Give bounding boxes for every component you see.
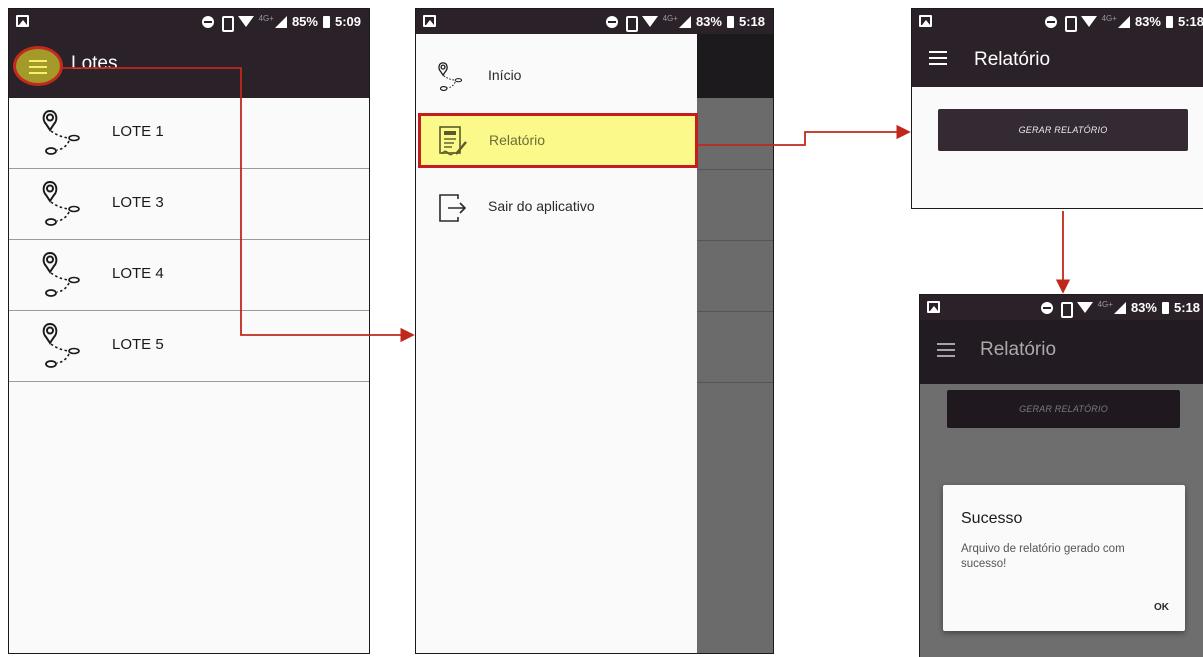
- signal-icon: [1117, 15, 1130, 28]
- battery-icon: [1161, 301, 1169, 314]
- battery-percent: 83%: [695, 14, 722, 29]
- hamburger-icon: [29, 60, 47, 74]
- gerar-relatorio-button: GERAR RELATÓRIO: [947, 390, 1180, 428]
- battery-percent: 83%: [1130, 300, 1157, 315]
- page-title: Relatório: [974, 49, 1051, 70]
- menu-item-sair[interactable]: Sair do aplicativo: [416, 179, 697, 235]
- status-bar: 4G+ 83% 5:18: [912, 9, 1203, 34]
- lote-item-1[interactable]: LOTE 1: [9, 98, 369, 169]
- lote-label: LOTE 3: [112, 194, 164, 211]
- wifi-icon: [237, 16, 254, 27]
- lote-item-4[interactable]: LOTE 4: [9, 240, 369, 311]
- lote-list: LOTE 1 LOTE 3 LOTE 4 LOTE 5: [9, 98, 369, 382]
- dimmed-divider: [697, 311, 773, 312]
- dimmed-app-bar: Relatório: [920, 320, 1203, 384]
- wifi-icon: [641, 16, 658, 27]
- navigation-drawer: Início Relatório Sair do aplicativo: [416, 34, 698, 653]
- network-type: 4G+: [1097, 300, 1113, 309]
- lote-label: LOTE 4: [112, 265, 164, 282]
- hamburger-icon: [937, 343, 955, 357]
- lote-item-5[interactable]: LOTE 5: [9, 311, 369, 382]
- do-not-disturb-icon: [1044, 15, 1057, 28]
- menu-item-label: Sair do aplicativo: [488, 198, 595, 214]
- do-not-disturb-icon: [605, 15, 618, 28]
- signal-icon: [1113, 301, 1126, 314]
- network-type: 4G+: [662, 14, 678, 23]
- battery-percent: 83%: [1134, 14, 1161, 29]
- wifi-icon: [1076, 302, 1093, 313]
- vibrate-icon: [219, 15, 234, 32]
- vibrate-icon: [1062, 15, 1077, 32]
- signal-icon: [274, 15, 287, 28]
- vibrate-icon: [623, 15, 638, 32]
- route-pin-icon: [39, 107, 89, 159]
- image-notification-icon: [16, 15, 29, 27]
- ok-button[interactable]: OK: [1154, 602, 1169, 613]
- relatorio-screen: 4G+ 83% 5:18 Relatório GERAR RELATÓRIO: [911, 8, 1203, 209]
- battery-icon: [322, 15, 330, 28]
- wifi-icon: [1080, 16, 1097, 27]
- lote-label: LOTE 5: [112, 336, 164, 353]
- app-bar: Lotes: [9, 34, 369, 98]
- menu-item-inicio[interactable]: Início: [416, 48, 697, 104]
- clock: 5:18: [1173, 300, 1200, 315]
- signal-icon: [678, 15, 691, 28]
- image-notification-icon: [927, 301, 940, 313]
- menu-item-label: Relatório: [489, 132, 546, 148]
- lote-label: LOTE 1: [112, 123, 164, 140]
- drawer-screen: 4G+ 83% 5:18 Início Relatório Sair do ap…: [415, 8, 774, 654]
- drawer-scrim[interactable]: [697, 34, 773, 653]
- clock: 5:18: [1177, 14, 1203, 29]
- status-bar: 4G+ 83% 5:18: [920, 295, 1203, 320]
- status-bar: 4G+ 83% 5:18: [416, 9, 773, 34]
- lote-item-3[interactable]: LOTE 3: [9, 169, 369, 240]
- image-notification-icon: [423, 15, 436, 27]
- hamburger-icon[interactable]: [929, 51, 947, 65]
- do-not-disturb-icon: [201, 15, 214, 28]
- page-title: Relatório: [980, 339, 1057, 360]
- clock: 5:18: [738, 14, 765, 29]
- do-not-disturb-icon: [1040, 301, 1053, 314]
- image-notification-icon: [919, 15, 932, 27]
- dialog-title: Sucesso: [961, 510, 1023, 527]
- page-title: Lotes: [71, 53, 118, 74]
- dimmed-app-bar: [697, 34, 773, 98]
- menu-item-relatorio[interactable]: Relatório: [418, 113, 698, 168]
- app-bar: Relatório: [912, 34, 1203, 87]
- menu-item-label: Início: [488, 67, 522, 83]
- route-pin-icon: [39, 320, 89, 372]
- success-dialog: Sucesso Arquivo de relatório gerado com …: [943, 485, 1185, 631]
- dialog-message: Arquivo de relatório gerado com sucesso!: [961, 543, 1125, 570]
- exit-icon: [439, 194, 467, 222]
- battery-icon: [726, 15, 734, 28]
- route-pin-icon: [436, 60, 468, 94]
- battery-icon: [1165, 15, 1173, 28]
- relatorio-success-screen: 4G+ 83% 5:18 Relatório GERAR RELATÓRIO S…: [919, 294, 1203, 657]
- lotes-screen: 4G+ 85% 5:09 Lotes LOTE 1 LOTE 3 LOTE 4 …: [8, 8, 370, 654]
- report-icon: [439, 126, 467, 156]
- dimmed-divider: [697, 169, 773, 170]
- route-pin-icon: [39, 178, 89, 230]
- gerar-relatorio-button[interactable]: GERAR RELATÓRIO: [938, 109, 1188, 151]
- network-type: 4G+: [1101, 14, 1117, 23]
- status-bar: 4G+ 85% 5:09: [9, 9, 369, 34]
- battery-percent: 85%: [291, 14, 318, 29]
- dimmed-divider: [697, 382, 773, 383]
- clock: 5:09: [334, 14, 361, 29]
- network-type: 4G+: [258, 14, 274, 23]
- route-pin-icon: [39, 249, 89, 301]
- menu-button[interactable]: [13, 46, 63, 86]
- dimmed-divider: [697, 240, 773, 241]
- vibrate-icon: [1058, 301, 1073, 318]
